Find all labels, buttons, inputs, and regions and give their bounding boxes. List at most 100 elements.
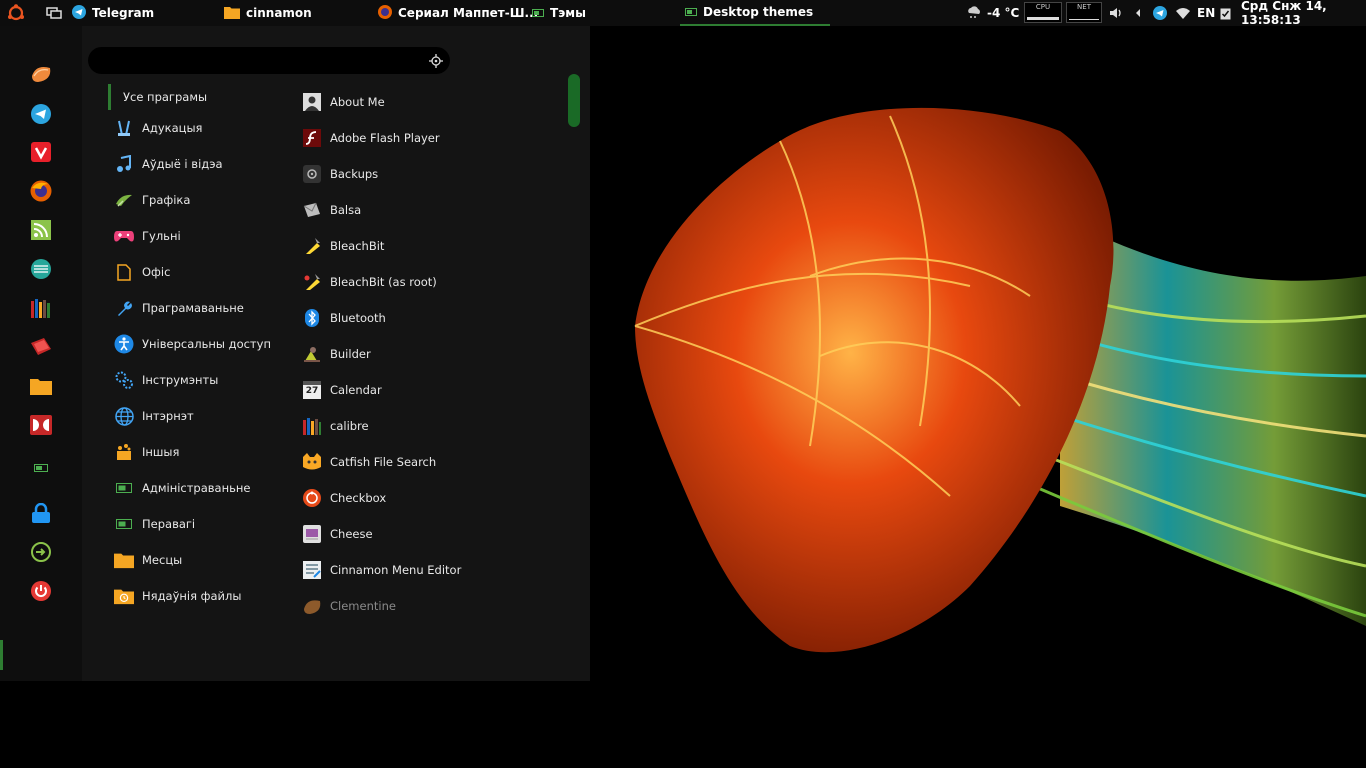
search-icon[interactable] (429, 53, 443, 68)
app-bleachbit[interactable]: BleachBit (302, 232, 384, 260)
user-icon (302, 92, 322, 112)
fav-doublecmd[interactable] (30, 415, 52, 439)
task-themes[interactable]: Тэмы (532, 0, 586, 26)
app-backups[interactable]: Backups (302, 160, 378, 188)
task-desktop-themes[interactable]: Desktop themes (680, 0, 830, 26)
app-clementine[interactable]: Clementine (302, 592, 396, 620)
firefox-icon (378, 4, 392, 22)
favorites-indicator (0, 640, 3, 670)
calendar-icon: 27 (302, 380, 322, 400)
task-cinnamon[interactable]: cinnamon (224, 0, 312, 26)
net-graph[interactable]: NET (1066, 2, 1102, 23)
books-icon (302, 416, 322, 436)
backup-icon (302, 164, 322, 184)
wifi-icon[interactable] (1176, 0, 1190, 26)
education-icon (114, 118, 134, 138)
category-internet[interactable]: Інтэрнэт (114, 402, 194, 430)
search-input[interactable] (94, 51, 414, 70)
folder-icon (114, 550, 134, 570)
power-icon (31, 581, 51, 605)
firefox-icon (30, 180, 52, 206)
app-bluetooth[interactable]: Bluetooth (302, 304, 386, 332)
category-other[interactable]: Іншыя (114, 438, 179, 466)
category-selected-bar (108, 84, 111, 110)
menu-editor-icon (302, 560, 322, 580)
apps-scrollbar[interactable] (568, 74, 580, 127)
app-calendar[interactable]: 27 Calendar (302, 376, 382, 404)
task-telegram[interactable]: Telegram (72, 0, 154, 26)
other-icon (114, 442, 134, 462)
bleachbit-icon (302, 236, 322, 256)
wrench-icon (114, 298, 134, 318)
fav-lock[interactable] (30, 502, 52, 526)
doublecmd-icon (30, 415, 52, 439)
fav-power[interactable] (30, 581, 52, 605)
keyboard-layout[interactable]: EN (1197, 0, 1215, 26)
app-checkbox[interactable]: Checkbox (302, 484, 386, 512)
category-graphics[interactable]: Графіка (114, 186, 190, 214)
library-icon (30, 298, 52, 322)
category-accessibility[interactable]: Універсальны доступ (114, 330, 271, 358)
bleachbit-root-icon (302, 272, 322, 292)
mail-icon (302, 200, 322, 220)
fav-telegram[interactable] (30, 104, 52, 128)
fav-book[interactable] (30, 338, 52, 360)
clipboard-icon[interactable] (1220, 0, 1231, 26)
accessibility-icon (114, 334, 134, 354)
telegram-icon (31, 104, 51, 128)
category-preferences[interactable]: Перавагі (114, 510, 195, 538)
category-office[interactable]: Офіс (114, 258, 170, 286)
fav-settings[interactable] (30, 455, 52, 477)
ubuntu-menu-icon[interactable] (6, 3, 26, 23)
checkbox-icon (302, 488, 322, 508)
category-games[interactable]: Гульні (114, 222, 181, 250)
volume-icon[interactable] (1109, 0, 1123, 26)
app-builder[interactable]: Builder (302, 340, 371, 368)
fav-vivaldi[interactable] (30, 142, 52, 166)
vivaldi-icon (31, 142, 51, 166)
category-education[interactable]: Адукацыя (114, 114, 202, 142)
category-recent-files[interactable]: Нядаўнія файлы (114, 582, 241, 610)
globe-icon (114, 406, 134, 426)
document-icon (114, 262, 134, 282)
top-panel: Telegram cinnamon Сериал Маппет-Ш... Тэм… (0, 0, 1366, 27)
weather-applet[interactable]: -4 °C (966, 0, 1019, 26)
bluetooth-icon (302, 308, 322, 328)
fav-network[interactable] (30, 259, 52, 283)
category-tools[interactable]: Інструмэнты (114, 366, 218, 394)
app-about-me[interactable]: About Me (302, 88, 385, 116)
clock[interactable]: Срд Снж 14, 13:58:13 (1241, 0, 1366, 27)
rss-icon (31, 220, 51, 244)
show-desktop-icon[interactable] (46, 7, 62, 19)
app-adobe-flash[interactable]: Adobe Flash Player (302, 124, 440, 152)
app-cheese[interactable]: Cheese (302, 520, 373, 548)
recent-folder-icon (114, 586, 134, 606)
fav-logout[interactable] (30, 542, 52, 565)
fav-clementine[interactable] (30, 64, 52, 86)
settings-icon (34, 457, 48, 476)
category-programming[interactable]: Праграмаваньне (114, 294, 244, 322)
app-calibre[interactable]: calibre (302, 412, 369, 440)
book-icon (30, 337, 52, 361)
telegram-icon (72, 4, 86, 22)
tray-arrow-icon[interactable] (1134, 0, 1142, 26)
category-places[interactable]: Месцы (114, 546, 182, 574)
app-balsa[interactable]: Balsa (302, 196, 361, 224)
fav-library[interactable] (30, 299, 52, 321)
task-firefox[interactable]: Сериал Маппет-Ш... (378, 0, 538, 26)
network-icon (31, 259, 51, 283)
fav-files[interactable] (30, 377, 52, 399)
telegram-tray-icon[interactable] (1153, 0, 1167, 26)
fav-rss[interactable] (30, 220, 52, 244)
category-audio-video[interactable]: Аўдыё і відэа (114, 150, 223, 178)
app-bleachbit-root[interactable]: BleachBit (as root) (302, 268, 437, 296)
flash-icon (302, 128, 322, 148)
desktop-wallpaper (590, 26, 1366, 768)
application-menu: Усе праграмы Адукацыя Аўдыё і відэа Граф… (0, 26, 590, 681)
app-catfish[interactable]: Catfish File Search (302, 448, 436, 476)
fav-firefox[interactable] (30, 180, 52, 206)
cpu-graph[interactable]: CPU (1024, 2, 1062, 23)
category-administration[interactable]: Адміністраваньне (114, 474, 251, 502)
app-cinnamon-menu-editor[interactable]: Cinnamon Menu Editor (302, 556, 461, 584)
category-all[interactable]: Усе праграмы (123, 83, 207, 111)
